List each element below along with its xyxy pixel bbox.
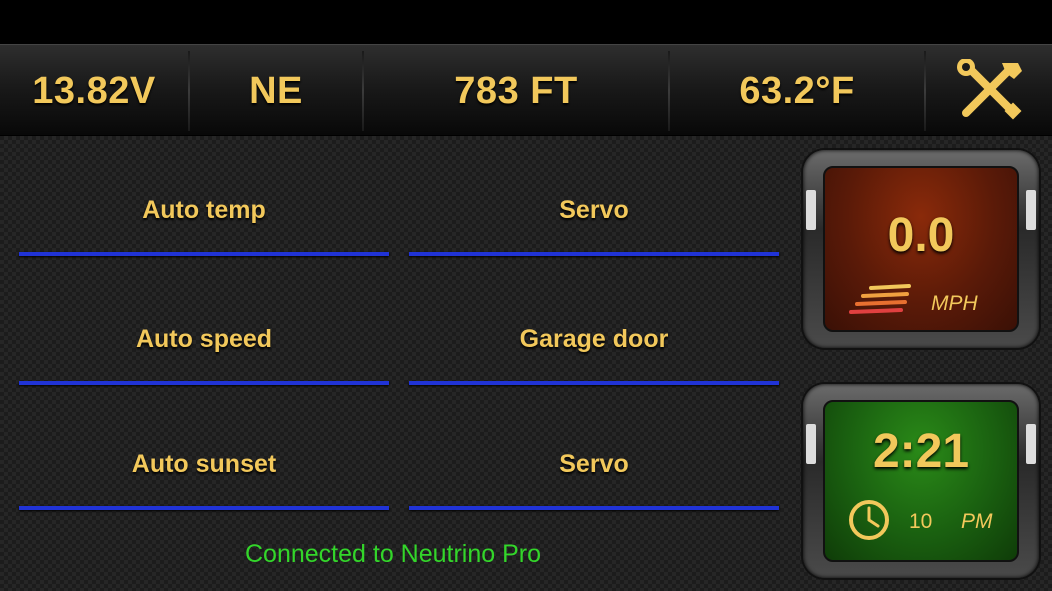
switch-underline bbox=[19, 506, 389, 510]
switch-label: Servo bbox=[559, 196, 629, 224]
clock-screen: 2:21 10 PM bbox=[823, 400, 1019, 562]
switch-label: Auto temp bbox=[142, 196, 266, 224]
speed-unit: MPH bbox=[931, 292, 978, 315]
switch-auto-temp[interactable]: Auto temp bbox=[19, 196, 389, 256]
gauge-rail bbox=[806, 190, 816, 230]
switch-underline bbox=[409, 252, 779, 256]
top-black-bar bbox=[0, 0, 1052, 44]
switch-underline bbox=[19, 252, 389, 256]
speed-value: 0.0 bbox=[887, 209, 955, 262]
status-bar: 13.82V NE 783 FT 63.2°F bbox=[0, 44, 1052, 136]
clock-seconds: 10 bbox=[909, 510, 933, 533]
switch-servo-1[interactable]: Servo bbox=[409, 196, 779, 256]
switch-servo-2[interactable]: Servo bbox=[409, 450, 779, 510]
temperature-readout: 63.2°F bbox=[739, 69, 855, 112]
switch-auto-speed[interactable]: Auto speed bbox=[19, 325, 389, 385]
connection-status: Connected to Neutrino Pro bbox=[245, 540, 542, 568]
switch-label: Servo bbox=[559, 450, 629, 478]
speed-screen: 0.0 MPH bbox=[823, 166, 1019, 332]
clock-ampm: PM bbox=[961, 510, 993, 533]
switch-garage-door[interactable]: Garage door bbox=[409, 325, 779, 385]
clock-gauge[interactable]: 2:21 10 PM bbox=[803, 384, 1039, 578]
altitude-readout: 783 FT bbox=[454, 69, 578, 112]
switch-auto-sunset[interactable]: Auto sunset bbox=[19, 450, 389, 510]
switch-underline bbox=[409, 381, 779, 385]
gauge-rail bbox=[1026, 424, 1036, 464]
switch-label: Garage door bbox=[519, 325, 669, 353]
switch-underline bbox=[409, 506, 779, 510]
switch-label: Auto sunset bbox=[131, 450, 277, 478]
clock-icon bbox=[849, 500, 889, 540]
tools-icon bbox=[957, 59, 1022, 120]
heading-readout: NE bbox=[249, 69, 303, 112]
speed-gauge[interactable]: 0.0 MPH bbox=[803, 150, 1039, 348]
gauge-rail bbox=[806, 424, 816, 464]
gauge-rail bbox=[1026, 190, 1036, 230]
switch-underline bbox=[19, 381, 389, 385]
speed-lines-icon bbox=[849, 284, 911, 314]
switch-label: Auto speed bbox=[135, 325, 273, 353]
clock-time: 2:21 bbox=[872, 425, 970, 478]
voltage-readout: 13.82V bbox=[32, 69, 156, 112]
settings-button[interactable] bbox=[926, 45, 1052, 137]
